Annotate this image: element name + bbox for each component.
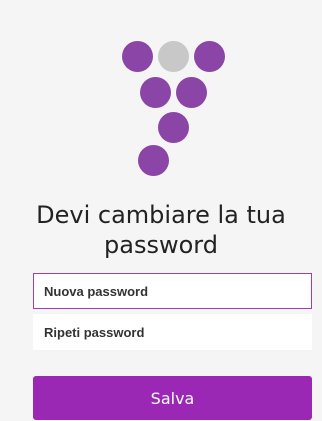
page-title: Devi cambiare la tua password (36, 201, 286, 259)
grape-dot-icon (122, 41, 153, 72)
grape-dot-icon (138, 145, 169, 176)
grape-dot-icon (158, 41, 189, 72)
grape-cluster-logo (0, 0, 322, 180)
new-password-field[interactable] (33, 273, 312, 309)
repeat-password-field[interactable] (33, 314, 312, 350)
grape-dot-icon (158, 112, 189, 143)
grape-dot-icon (194, 41, 225, 72)
grape-dot-icon (140, 77, 171, 108)
grape-dot-icon (176, 77, 207, 108)
save-button[interactable]: Salva (33, 376, 312, 420)
